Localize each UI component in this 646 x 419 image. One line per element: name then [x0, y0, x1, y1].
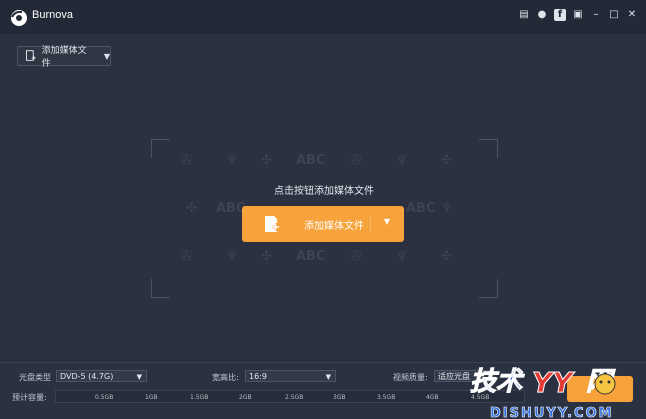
- button-divider: [370, 215, 371, 233]
- film-reel-icon: ✇: [351, 153, 362, 168]
- disc-type-select[interactable]: DVD-5 (4.7G) ▼: [56, 370, 147, 382]
- sparkle-icon: ✣: [441, 249, 452, 264]
- disc-type-label: 光盘类型: [19, 373, 51, 382]
- svg-text:DISHUYY.COM: DISHUYY.COM: [490, 406, 614, 419]
- film-reel-icon: ✇: [181, 153, 192, 168]
- microphone-icon: ♆: [396, 249, 408, 264]
- svg-text:技术: 技术: [470, 367, 525, 397]
- capacity-tick: 3GB: [333, 394, 346, 401]
- sparkle-icon: ✣: [186, 201, 197, 216]
- frame-corner: [479, 139, 498, 158]
- capacity-tick: 2.5GB: [285, 394, 304, 401]
- chevron-down-icon: ▼: [103, 51, 110, 61]
- facebook-icon[interactable]: f: [554, 9, 566, 21]
- feedback-icon[interactable]: ▣: [572, 9, 584, 21]
- capacity-tick: 4GB: [426, 394, 439, 401]
- add-media-button[interactable]: 添加媒体文件 ▼: [17, 46, 111, 69]
- film-reel-icon: ✇: [181, 249, 192, 264]
- microphone-icon: ♆: [441, 201, 453, 216]
- frame-corner: [479, 279, 498, 298]
- film-reel-icon: ✇: [351, 249, 362, 264]
- video-quality-label: 视频质量:: [393, 373, 428, 382]
- add-file-icon: [265, 216, 280, 232]
- capacity-tick: 3.5GB: [377, 394, 396, 401]
- capacity-tick: 2GB: [239, 394, 252, 401]
- video-quality-value: 适应光盘: [438, 372, 470, 381]
- sparkle-icon: ✣: [441, 153, 452, 168]
- abc-watermark: ABC: [296, 153, 326, 168]
- aspect-ratio-value: 16:9: [249, 372, 267, 381]
- chevron-down-icon[interactable]: ▼: [384, 217, 390, 226]
- capacity-label: 预计容量:: [12, 393, 47, 402]
- burnova-logo-icon: [11, 10, 27, 26]
- chevron-down-icon: ▼: [325, 373, 331, 381]
- maximize-icon[interactable]: □: [608, 9, 620, 21]
- title-bar: Burnova ▤ ● f ▣ – □ ✕: [0, 0, 646, 34]
- close-icon[interactable]: ✕: [626, 9, 638, 21]
- frame-corner: [151, 279, 170, 298]
- chevron-down-icon: ▼: [136, 373, 142, 381]
- frame-corner: [151, 139, 170, 158]
- sparkle-icon: ✣: [261, 249, 272, 264]
- capacity-tick: 1GB: [145, 394, 158, 401]
- minimize-icon[interactable]: –: [590, 9, 602, 21]
- microphone-icon: ♆: [226, 153, 238, 168]
- microphone-icon: ♆: [396, 153, 408, 168]
- app-window: Burnova ▤ ● f ▣ – □ ✕ 添加媒体文件 ▼ ✇ ♆ ✣ ABC…: [0, 0, 646, 419]
- abc-watermark: ABC: [406, 201, 436, 216]
- aspect-ratio-label: 宽高比:: [212, 373, 239, 382]
- user-icon[interactable]: ●: [536, 9, 548, 21]
- add-media-main-button[interactable]: 添加媒体文件 ▼: [242, 206, 404, 242]
- sparkle-icon: ✣: [261, 153, 272, 168]
- aspect-ratio-select[interactable]: 16:9 ▼: [245, 370, 336, 382]
- document-icon[interactable]: ▤: [518, 9, 530, 21]
- site-watermark-logo: 技术 YY 网 DISHUYY.COM: [470, 366, 617, 419]
- abc-watermark: ABC: [296, 249, 326, 264]
- add-media-main-label: 添加媒体文件: [304, 221, 364, 232]
- add-media-label: 添加媒体文件: [41, 46, 87, 69]
- svg-text:YY: YY: [532, 366, 575, 399]
- drop-zone[interactable]: ✇ ♆ ✣ ABC ✇ ♆ ✣ ✣ ABC ABC ♆ ✇ ♆ ✣ ABC ✇ …: [151, 139, 498, 298]
- dropzone-hint: 点击按钮添加媒体文件: [274, 186, 374, 197]
- disc-type-value: DVD-5 (4.7G): [60, 372, 114, 381]
- window-controls: ▤ ● f ▣ – □ ✕: [518, 9, 638, 21]
- capacity-tick: 1.5GB: [190, 394, 209, 401]
- add-file-icon: [26, 50, 36, 61]
- microphone-icon: ♆: [226, 249, 238, 264]
- capacity-tick: 0.5GB: [95, 394, 114, 401]
- app-title: Burnova: [32, 9, 73, 21]
